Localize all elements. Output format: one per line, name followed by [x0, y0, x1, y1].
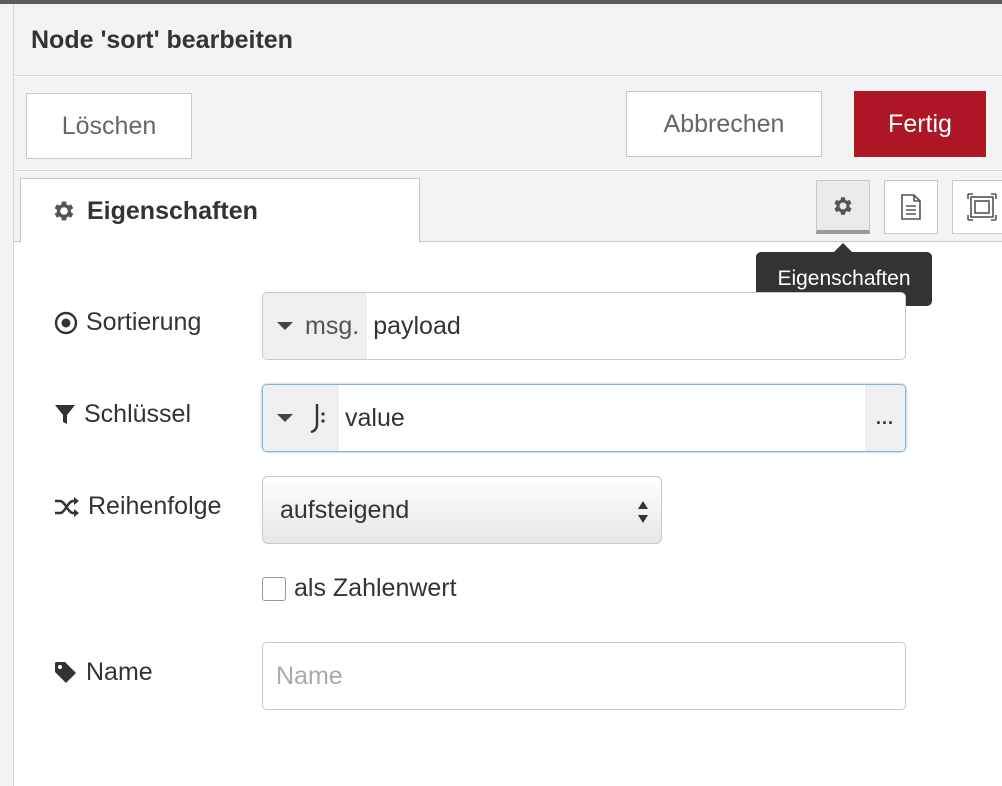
name-label: Name	[54, 658, 153, 687]
delete-button[interactable]: Löschen	[26, 93, 192, 159]
jsonata-icon	[310, 404, 325, 434]
numeric-label: als Zahlenwert	[294, 574, 457, 602]
shuffle-icon	[55, 496, 79, 517]
dialog-title: Node 'sort' bearbeiten	[31, 26, 293, 54]
done-button[interactable]: Fertig	[854, 91, 986, 157]
key-label: Schlüssel	[54, 400, 191, 429]
tab-properties-label: Eigenschaften	[87, 196, 258, 225]
tab-strip: Eigenschaften	[14, 172, 1002, 243]
description-icon	[901, 194, 921, 220]
caret-down-icon	[277, 414, 293, 422]
name-input[interactable]	[262, 642, 906, 710]
numeric-checkbox[interactable]	[262, 577, 286, 601]
sort-property-value[interactable]: payload	[367, 312, 905, 341]
left-edge	[0, 4, 14, 786]
sort-label: Sortierung	[54, 308, 201, 337]
appearance-tab-button[interactable]	[952, 180, 1002, 234]
sort-type-select[interactable]: msg.	[263, 293, 368, 359]
dot-circle-icon	[54, 311, 78, 334]
key-expression-value[interactable]: value	[339, 404, 865, 433]
filter-icon	[55, 404, 75, 424]
dialog-toolbar: Löschen Abbrechen Fertig	[14, 77, 1002, 171]
properties-tab-button[interactable]	[816, 180, 870, 234]
gear-icon	[54, 201, 74, 221]
caret-down-icon	[277, 322, 293, 330]
select-arrows-icon	[638, 501, 648, 523]
dialog-header: Node 'sort' bearbeiten	[14, 4, 1002, 76]
description-tab-button[interactable]	[884, 180, 938, 234]
key-type-select[interactable]	[263, 385, 339, 451]
appearance-icon	[967, 193, 997, 221]
sort-property-input[interactable]: msg. payload	[262, 292, 906, 360]
key-expression-input[interactable]: value ...	[262, 384, 906, 452]
expand-editor-button[interactable]: ...	[865, 385, 905, 451]
order-label: Reihenfolge	[54, 492, 221, 521]
tab-properties[interactable]: Eigenschaften	[20, 178, 420, 243]
tag-icon	[55, 661, 76, 683]
cancel-button[interactable]: Abbrechen	[626, 91, 822, 157]
gear-icon	[834, 196, 852, 215]
order-select[interactable]: aufsteigend	[262, 476, 662, 544]
